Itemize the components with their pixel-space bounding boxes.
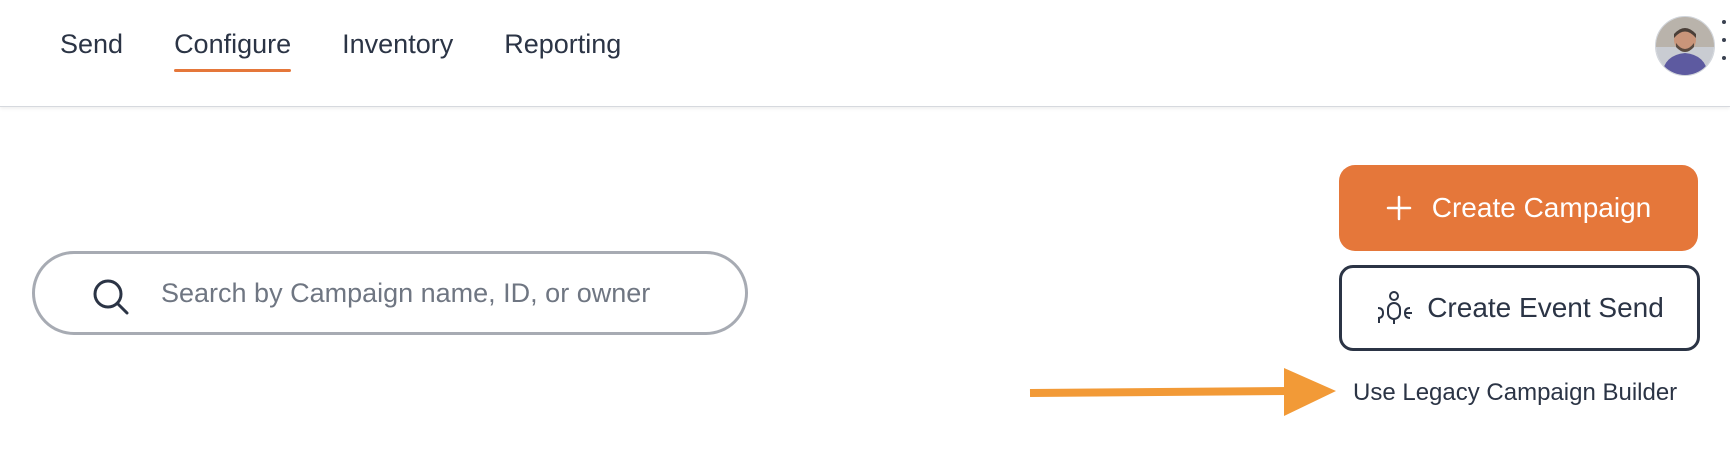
annotation-arrow-icon [1029,368,1336,416]
tab-inventory[interactable]: Inventory [342,0,453,60]
create-campaign-label: Create Campaign [1431,192,1652,223]
create-event-send-button[interactable]: Create Event Send [1339,265,1700,351]
tab-send[interactable]: Send [60,0,123,60]
top-navigation-bar: Send Configure Inventory Reporting [0,0,1730,107]
tab-configure[interactable]: Configure [174,0,292,72]
avatar-icon [1656,17,1714,75]
people-group-icon [1378,291,1413,324]
use-legacy-campaign-builder-link[interactable]: Use Legacy Campaign Builder [1353,379,1677,407]
nav-tabs: Send Configure Inventory Reporting [60,0,672,106]
create-event-send-label: Create Event Send [1427,292,1664,323]
tab-reporting[interactable]: Reporting [504,0,621,60]
campaign-search-box[interactable] [32,251,748,335]
plus-icon [1386,195,1412,221]
search-icon [93,279,129,315]
create-campaign-button[interactable]: Create Campaign [1339,165,1698,251]
user-avatar[interactable] [1655,16,1715,76]
user-menu-indicator[interactable] [1722,20,1730,70]
search-input[interactable] [161,266,721,320]
